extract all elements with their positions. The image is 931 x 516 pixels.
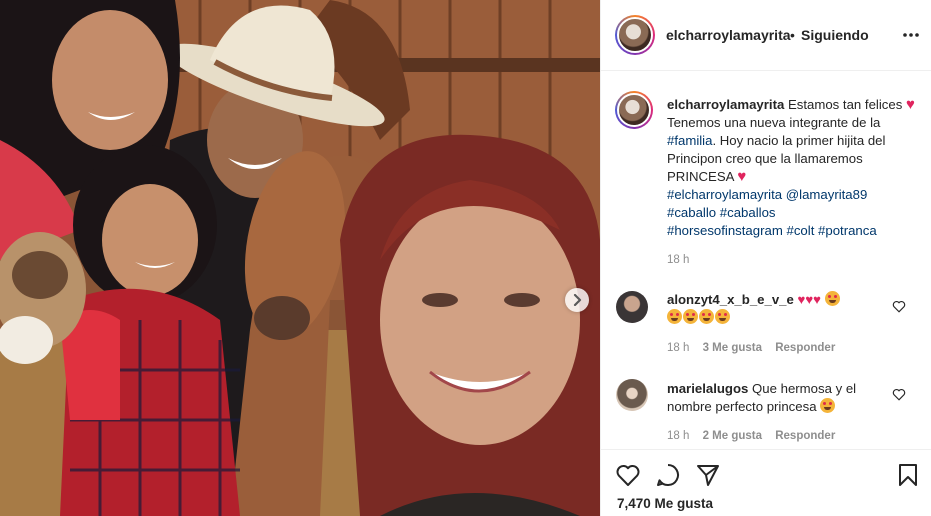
more-horizontal-icon[interactable] bbox=[901, 26, 921, 44]
post-image bbox=[0, 0, 600, 516]
hashtag-colt[interactable]: #colt bbox=[787, 223, 815, 238]
post-caption: elcharroylamayrita Estamos tan felices ♥… bbox=[667, 96, 917, 240]
comment-avatar[interactable] bbox=[616, 379, 648, 411]
star-struck-emoji bbox=[699, 309, 714, 324]
post-header: elcharroylamayrita • Siguiendo bbox=[601, 0, 931, 71]
star-struck-emoji bbox=[683, 309, 698, 324]
likes-count[interactable]: 7,470 Me gusta bbox=[617, 496, 713, 511]
reply-button[interactable]: Responder bbox=[775, 342, 835, 354]
star-struck-emoji bbox=[667, 309, 682, 324]
comment-username[interactable]: alonzyt4_x_b_e_v_e bbox=[667, 292, 794, 307]
comment-time[interactable]: 18 h bbox=[667, 342, 689, 354]
comment-time[interactable]: 18 h bbox=[667, 430, 689, 442]
comment-meta: 18 h 3 Me gusta Responder bbox=[667, 342, 835, 354]
caption-avatar[interactable] bbox=[615, 91, 653, 129]
post-photo bbox=[0, 0, 600, 516]
mention-lamayrita89[interactable]: @lamayrita89 bbox=[786, 187, 868, 202]
reply-button[interactable]: Responder bbox=[775, 430, 835, 442]
separator-dot: • bbox=[790, 27, 795, 43]
hashtag-caballos[interactable]: #caballos bbox=[720, 205, 776, 220]
following-button[interactable]: Siguiendo bbox=[801, 27, 869, 43]
comment-like-heart-icon[interactable] bbox=[892, 388, 906, 401]
star-struck-emoji bbox=[715, 309, 730, 324]
hashtag-potranca[interactable]: #potranca bbox=[818, 223, 877, 238]
comment-avatar[interactable] bbox=[616, 291, 648, 323]
hashtag-horsesofinstagram[interactable]: #horsesofinstagram bbox=[667, 223, 783, 238]
comment-meta: 18 h 2 Me gusta Responder bbox=[667, 430, 835, 442]
post-action-bar: 7,470 Me gusta bbox=[600, 449, 931, 516]
star-struck-emoji bbox=[820, 398, 836, 413]
author-username[interactable]: elcharroylamayrita bbox=[666, 27, 791, 43]
comment-likes[interactable]: 3 Me gusta bbox=[703, 342, 762, 354]
caption-text-2: Tenemos una nueva integrante de la bbox=[667, 115, 881, 130]
comment-likes[interactable]: 2 Me gusta bbox=[703, 430, 762, 442]
hashtag-elcharroylamayrita[interactable]: #elcharroylamayrita bbox=[667, 187, 782, 202]
hashtag-caballo[interactable]: #caballo bbox=[667, 205, 716, 220]
comment-username[interactable]: marielalugos bbox=[667, 381, 748, 396]
comment-icon[interactable] bbox=[655, 462, 681, 488]
hashtag-familia[interactable]: #familia bbox=[667, 133, 712, 148]
comment-like-heart-icon[interactable] bbox=[892, 300, 906, 313]
comment-body: marielalugos Que hermosa y el nombre per… bbox=[667, 380, 887, 416]
next-photo-button[interactable] bbox=[565, 288, 589, 312]
red-heart-emoji: ♥ bbox=[905, 96, 915, 113]
comment-body: alonzyt4_x_b_e_v_e ♥♥♥ bbox=[667, 291, 887, 327]
red-heart-emoji: ♥ bbox=[737, 168, 747, 185]
heart-icon[interactable] bbox=[615, 462, 641, 488]
chevron-right-icon bbox=[573, 294, 582, 306]
caption-username[interactable]: elcharroylamayrita bbox=[667, 97, 784, 112]
star-struck-emoji bbox=[824, 291, 840, 306]
share-icon[interactable] bbox=[695, 462, 721, 488]
caption-timestamp[interactable]: 18 h bbox=[667, 254, 689, 266]
bookmark-icon[interactable] bbox=[895, 462, 921, 488]
red-heart-emoji: ♥♥♥ bbox=[797, 292, 822, 307]
caption-text-1: Estamos tan felices bbox=[787, 97, 903, 112]
author-avatar[interactable] bbox=[615, 15, 655, 55]
